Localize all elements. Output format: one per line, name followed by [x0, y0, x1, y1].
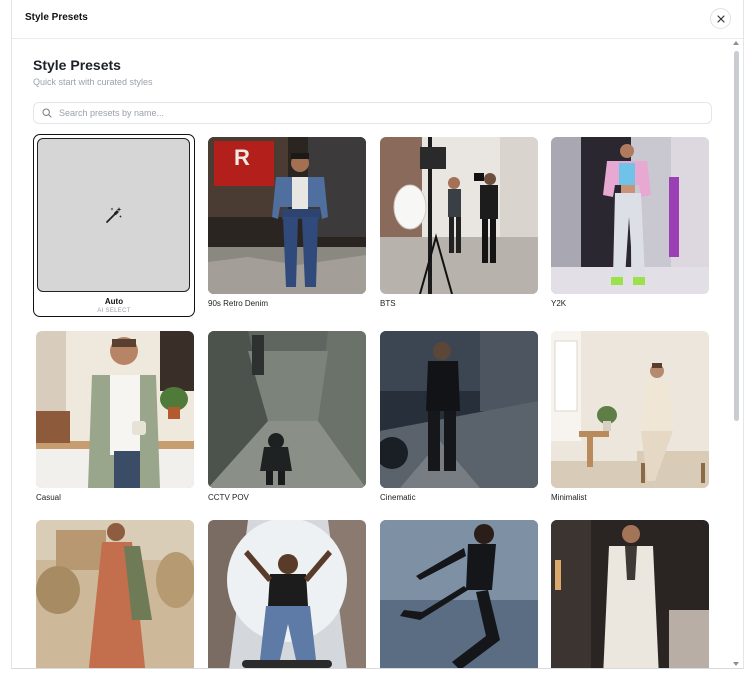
preset-thumbnail	[551, 331, 709, 488]
preset-thumbnail	[36, 520, 194, 668]
page-subtitle: Quick start with curated styles	[33, 77, 153, 87]
dialog-header: Style Presets	[12, 0, 743, 39]
dialog-title: Style Presets	[25, 12, 88, 23]
preset-card-motion[interactable]	[380, 520, 538, 668]
preset-thumbnail	[380, 137, 538, 294]
preset-card-boho[interactable]	[36, 520, 194, 668]
preset-thumbnail	[208, 520, 366, 668]
auto-thumbnail	[37, 138, 190, 292]
preset-card-y2k[interactable]: Y2K	[551, 137, 709, 308]
auto-sublabel: AI SELECT	[97, 308, 131, 314]
preset-thumbnail	[551, 520, 709, 668]
preset-label: Minimalist	[551, 493, 587, 502]
scrollbar-thumb[interactable]	[734, 51, 739, 421]
scrollbar[interactable]	[732, 39, 741, 668]
preset-card-bts[interactable]: BTS	[380, 137, 538, 308]
preset-label: BTS	[380, 299, 396, 308]
preset-card-skate[interactable]	[208, 520, 366, 668]
preset-card-90s-retro-denim[interactable]: R 90s Retro Denim	[208, 137, 366, 308]
preset-label: 90s Retro Denim	[208, 299, 269, 308]
search-box[interactable]	[33, 102, 712, 124]
close-button[interactable]	[710, 8, 731, 29]
preset-card-cctv-pov[interactable]: CCTV POV	[208, 331, 366, 502]
preset-thumbnail	[208, 331, 366, 488]
preset-label: CCTV POV	[208, 493, 249, 502]
close-icon	[716, 14, 725, 23]
preset-thumbnail	[380, 331, 538, 488]
preset-thumbnail	[551, 137, 709, 294]
auto-label: Auto	[104, 297, 124, 306]
preset-card-casual[interactable]: Casual	[36, 331, 194, 502]
scroll-down-arrow-icon[interactable]	[733, 662, 739, 666]
scroll-up-arrow-icon[interactable]	[733, 41, 739, 45]
search-input[interactable]	[57, 107, 701, 119]
style-presets-dialog: Style Presets Style Presets Quick start …	[11, 0, 744, 669]
preset-card-cinematic[interactable]: Cinematic	[380, 331, 538, 502]
page-title: Style Presets	[33, 57, 121, 73]
preset-label: Cinematic	[380, 493, 416, 502]
preset-card-tailored[interactable]	[551, 520, 709, 668]
preset-thumbnail: R	[208, 137, 366, 294]
preset-thumbnail	[380, 520, 538, 668]
presets-panel[interactable]: Style Presets Quick start with curated s…	[12, 39, 733, 668]
magic-wand-icon	[104, 205, 124, 225]
preset-thumbnail	[36, 331, 194, 488]
preset-label: Y2K	[551, 299, 567, 308]
preset-card-auto[interactable]: Auto AI SELECT	[33, 134, 195, 317]
search-icon	[42, 108, 52, 118]
preset-card-minimalist[interactable]: Minimalist	[551, 331, 709, 502]
preset-label: Casual	[36, 493, 61, 502]
svg-text:R: R	[234, 145, 250, 170]
